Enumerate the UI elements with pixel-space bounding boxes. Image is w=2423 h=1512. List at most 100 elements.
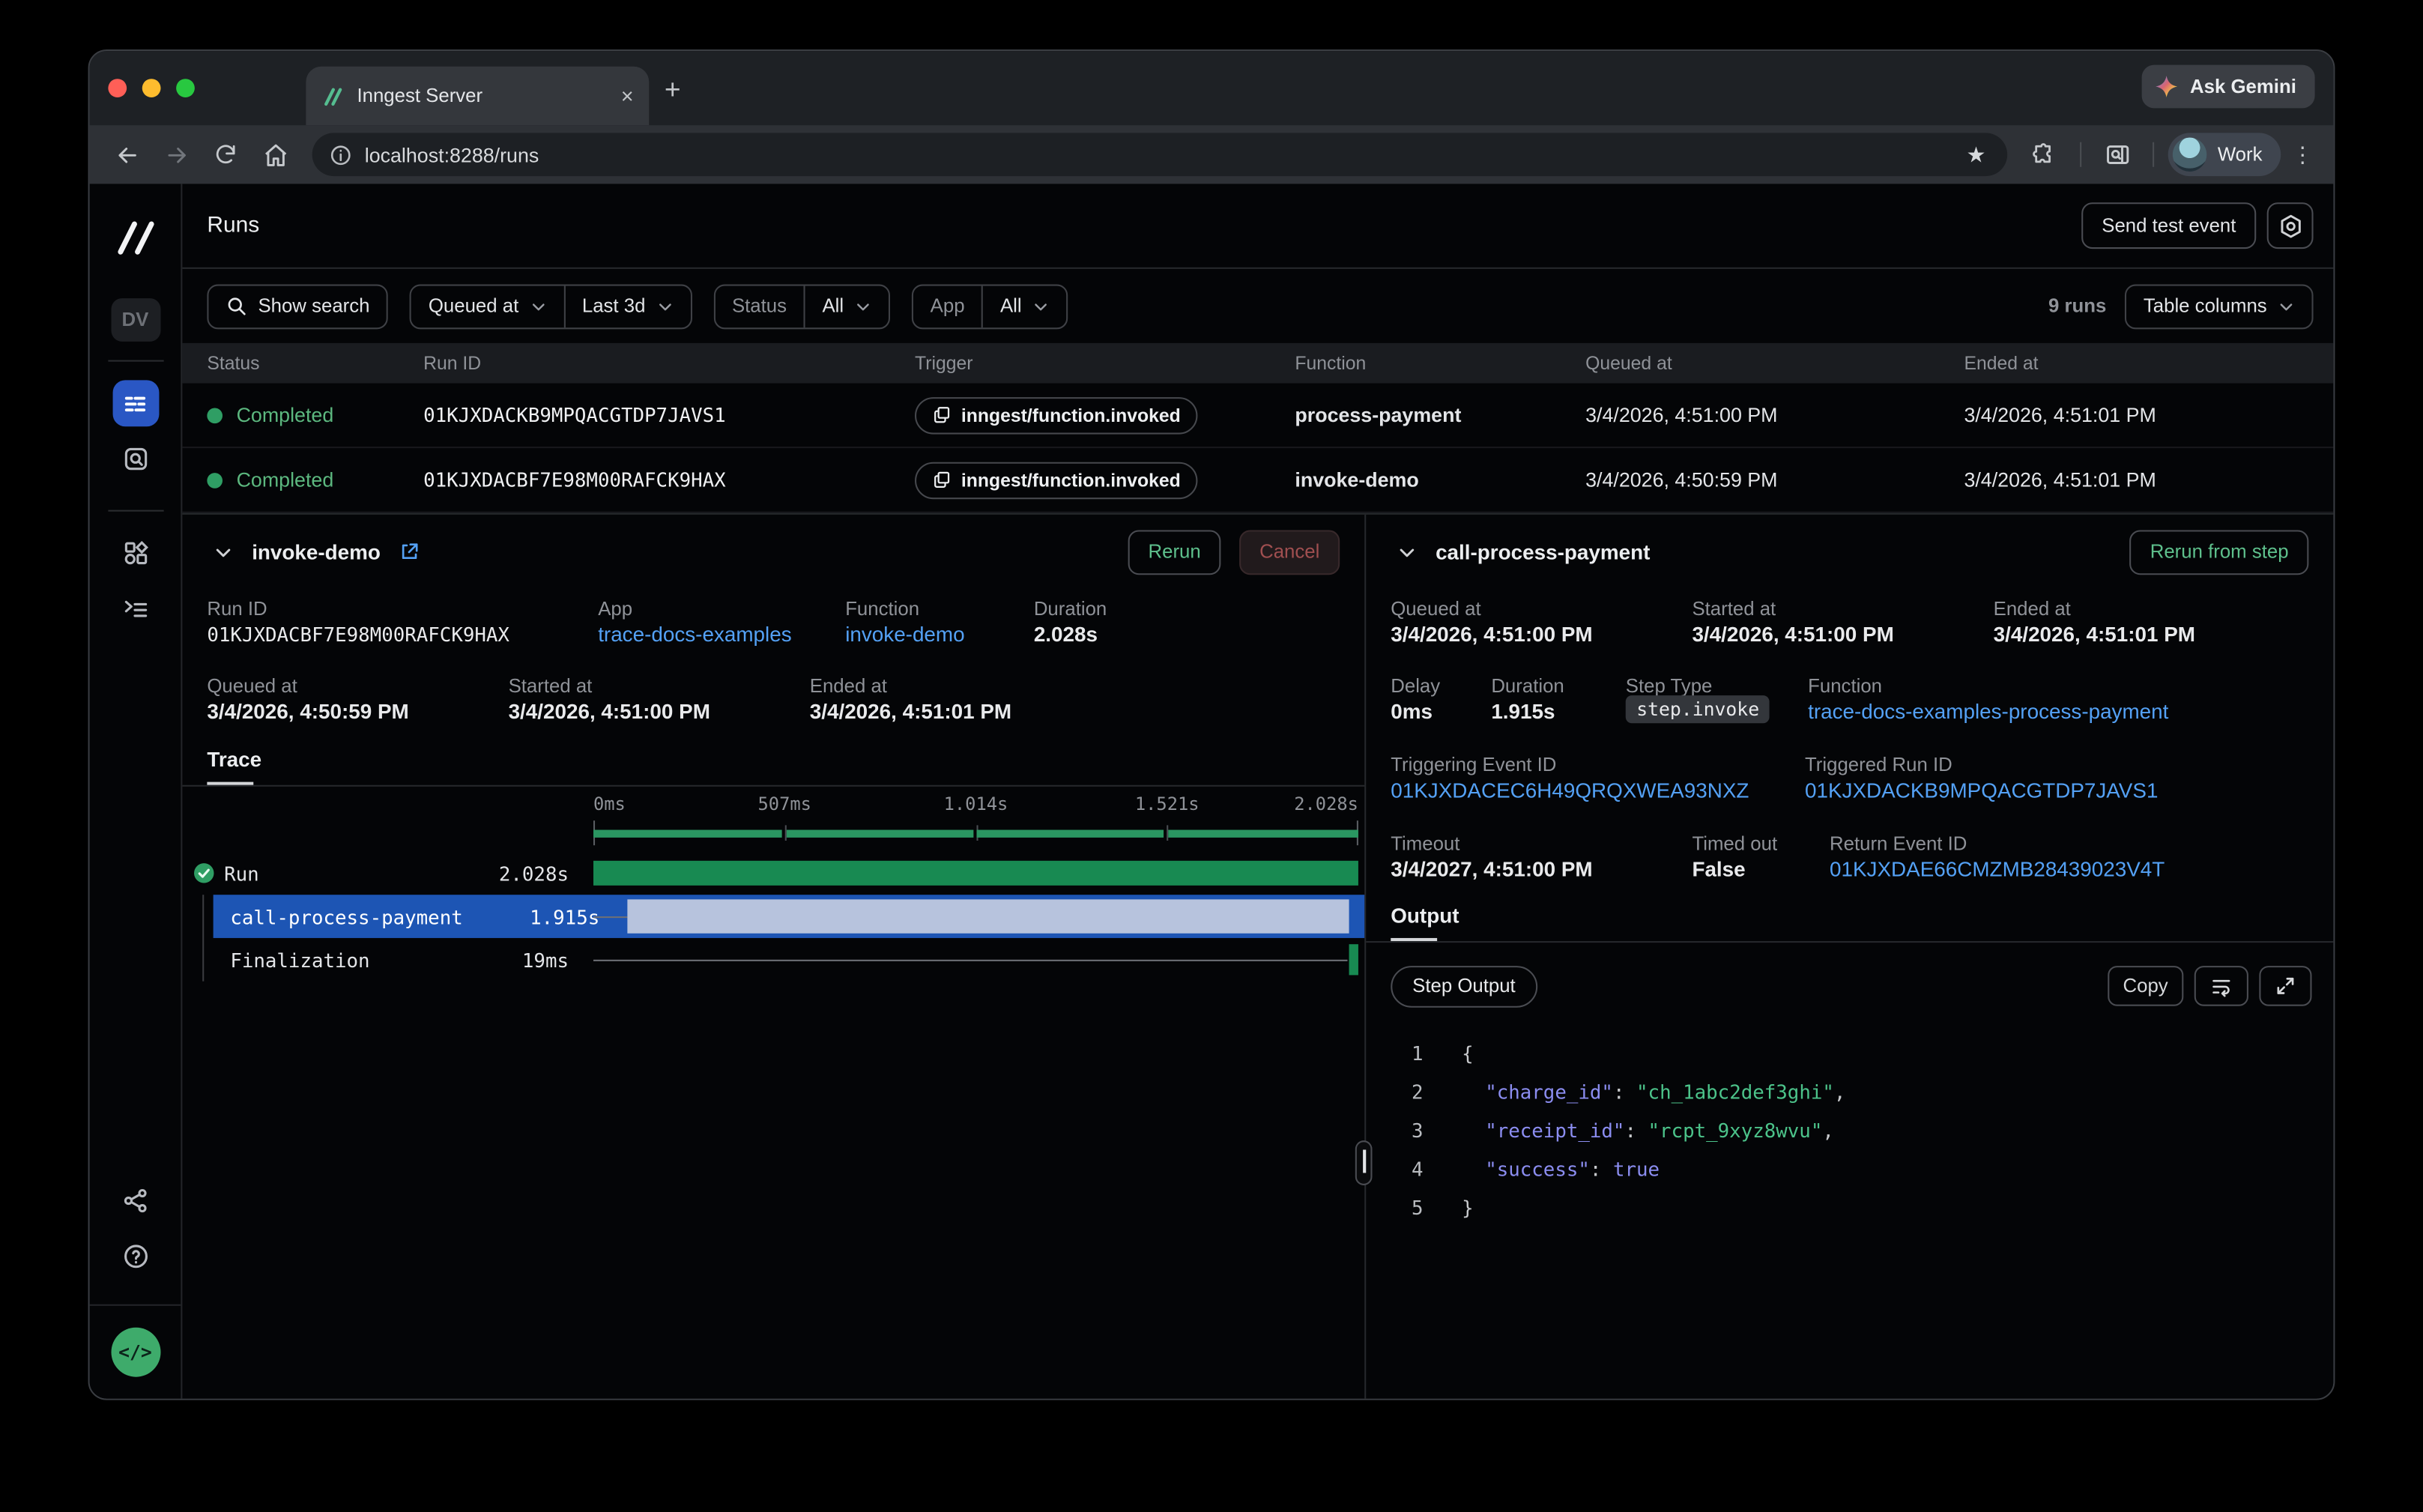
triggered-run-id-link[interactable]: 01KJXDACKB9MPQACGTDP7JAVS1 — [1805, 779, 2158, 802]
table-row[interactable]: Completed 01KJXDACKB9MPQACGTDP7JAVS1 inn… — [182, 384, 2333, 449]
sidebar-divider — [107, 510, 163, 512]
ended-at-label: Ended at — [1994, 598, 2071, 620]
tab-close-icon[interactable]: × — [621, 83, 634, 108]
app-link[interactable]: trace-docs-examples — [598, 623, 791, 646]
trace-span-duration: 1.915s — [476, 905, 599, 928]
chevron-down-icon — [530, 297, 547, 315]
copy-button[interactable]: Copy — [2108, 966, 2183, 1006]
back-icon[interactable] — [105, 133, 148, 176]
return-event-id-link[interactable]: 01KJXDAE66CMZMB28439023V4T — [1830, 858, 2165, 881]
delay-label: Delay — [1391, 675, 1440, 697]
browser-window: Inngest Server × + Ask Gemini — [88, 49, 2335, 1400]
sidebar-item-runs[interactable] — [112, 380, 159, 426]
app-filter[interactable]: App All — [912, 283, 1068, 328]
external-link-icon[interactable] — [399, 541, 421, 563]
new-tab-button[interactable]: + — [665, 76, 681, 103]
rerun-button[interactable]: Rerun — [1128, 529, 1221, 574]
help-button[interactable] — [112, 1233, 159, 1280]
table-row[interactable]: Completed 01KJXDACBF7E98M00RAFCK9HAX inn… — [182, 448, 2333, 513]
status-filter[interactable]: Status All — [713, 283, 890, 328]
section-divider — [1366, 941, 2333, 943]
sidebar-item-functions[interactable] — [112, 586, 159, 632]
settings-button[interactable] — [2267, 202, 2314, 249]
started-at-label: Started at — [1692, 598, 1776, 620]
line-number: 5 — [1366, 1196, 1423, 1219]
profile-button[interactable]: Work — [2168, 133, 2281, 176]
ask-gemini-label: Ask Gemini — [2190, 76, 2296, 97]
timeline-minimap[interactable] — [593, 820, 1358, 845]
triggering-event-id-link[interactable]: 01KJXDACEC6H49QRQXWEA93NXZ — [1391, 779, 1749, 802]
success-check-icon — [193, 862, 215, 884]
axis-tick: 1.521s — [1135, 793, 1200, 814]
function-link[interactable]: trace-docs-examples-process-payment — [1808, 700, 2168, 723]
extensions-icon[interactable] — [2023, 133, 2066, 176]
run-detail-split: invoke-demo Rerun Cancel Run ID 01KJXDAC… — [182, 513, 2333, 1400]
show-search-button[interactable]: Show search — [207, 283, 388, 328]
inngest-logo — [110, 218, 160, 258]
url-bar[interactable]: localhost:8288/runs ★ — [312, 133, 2008, 176]
help-icon — [121, 1242, 149, 1270]
code-line: 4 "success": true — [1366, 1150, 2333, 1189]
bookmark-star-icon[interactable]: ★ — [1954, 142, 1998, 168]
home-icon[interactable] — [253, 133, 297, 176]
queued-at: 3/4/2026, 4:51:00 PM — [1585, 403, 1964, 426]
run-detail-pane: invoke-demo Rerun Cancel Run ID 01KJXDAC… — [182, 515, 1366, 1400]
trace-bar-step[interactable] — [628, 899, 1349, 933]
function-label: Function — [1808, 675, 1882, 697]
ask-gemini-button[interactable]: Ask Gemini — [2142, 65, 2315, 109]
column-status: Status — [182, 352, 423, 374]
queued-at-value: 3/4/2026, 4:50:59 PM — [207, 700, 408, 723]
trace-span-duration: 2.028s — [445, 862, 569, 885]
env-badge[interactable]: DV — [110, 298, 160, 342]
duration-value: 2.028s — [1034, 623, 1098, 646]
delay-value: 0ms — [1391, 700, 1433, 723]
function-link[interactable]: invoke-demo — [845, 623, 964, 646]
close-window-button[interactable] — [108, 79, 127, 97]
forward-icon[interactable] — [154, 133, 198, 176]
minimize-window-button[interactable] — [142, 79, 161, 97]
window-controls[interactable] — [108, 79, 195, 97]
trace-row-run[interactable]: Run 2.028s — [182, 851, 1364, 895]
timed-out-value: False — [1692, 858, 1745, 881]
url-text[interactable]: localhost:8288/runs — [365, 143, 1954, 166]
pane-resize-handle[interactable] — [1355, 1140, 1373, 1185]
step-output-toggle[interactable]: Step Output — [1391, 965, 1537, 1007]
maximize-window-button[interactable] — [176, 79, 195, 97]
tab-trace[interactable]: Trace — [207, 748, 261, 771]
site-info-icon[interactable] — [324, 139, 355, 170]
trigger-pill[interactable]: inngest/function.invoked — [915, 462, 1197, 499]
sidebar-item-apps[interactable] — [112, 530, 159, 576]
time-field-select[interactable]: Queued at — [411, 285, 563, 327]
step-output-code[interactable]: 1{2 "charge_id": "ch_1abc2def3ghi",3 "re… — [1366, 1034, 2333, 1227]
collapse-chevron-icon[interactable] — [1397, 542, 1418, 562]
toolbar-divider — [2153, 142, 2154, 167]
sidebar-item-events[interactable] — [112, 436, 159, 483]
trigger-pill[interactable]: inngest/function.invoked — [915, 396, 1197, 434]
trace-row-finalization[interactable]: Finalization 19ms — [182, 938, 1364, 982]
cancel-label: Cancel — [1259, 541, 1319, 563]
sidebar-footer: </> — [90, 1304, 181, 1400]
send-test-event-button[interactable]: Send test event — [2081, 202, 2256, 249]
browser-menu-icon[interactable]: ⋮ — [2287, 142, 2318, 168]
run-id-value: 01KJXDACBF7E98M00RAFCK9HAX — [207, 623, 509, 646]
side-panel-icon[interactable] — [2096, 133, 2139, 176]
time-range-select[interactable]: Last 3d — [563, 285, 690, 327]
function-name: process-payment — [1295, 403, 1585, 426]
trace-row-call-process-payment[interactable]: call-process-payment 1.915s — [214, 895, 1365, 938]
timeout-value: 3/4/2027, 4:51:00 PM — [1391, 858, 1592, 881]
dev-code-button[interactable]: </> — [110, 1328, 160, 1377]
reload-icon[interactable] — [204, 133, 247, 176]
word-wrap-button[interactable] — [2194, 966, 2248, 1006]
trace-bar-run[interactable] — [593, 861, 1358, 886]
table-columns-label: Table columns — [2144, 295, 2267, 317]
expand-button[interactable] — [2259, 966, 2311, 1006]
share-feedback-button[interactable] — [112, 1178, 159, 1224]
cancel-button[interactable]: Cancel — [1239, 529, 1340, 574]
event-icon — [932, 470, 952, 490]
trace-bar-finalization[interactable] — [1349, 944, 1358, 975]
tab-output[interactable]: Output — [1391, 904, 1459, 928]
collapse-chevron-icon[interactable] — [214, 542, 234, 562]
browser-tab[interactable]: Inngest Server × — [306, 67, 649, 125]
rerun-from-step-button[interactable]: Rerun from step — [2130, 529, 2308, 574]
table-columns-button[interactable]: Table columns — [2125, 283, 2313, 328]
